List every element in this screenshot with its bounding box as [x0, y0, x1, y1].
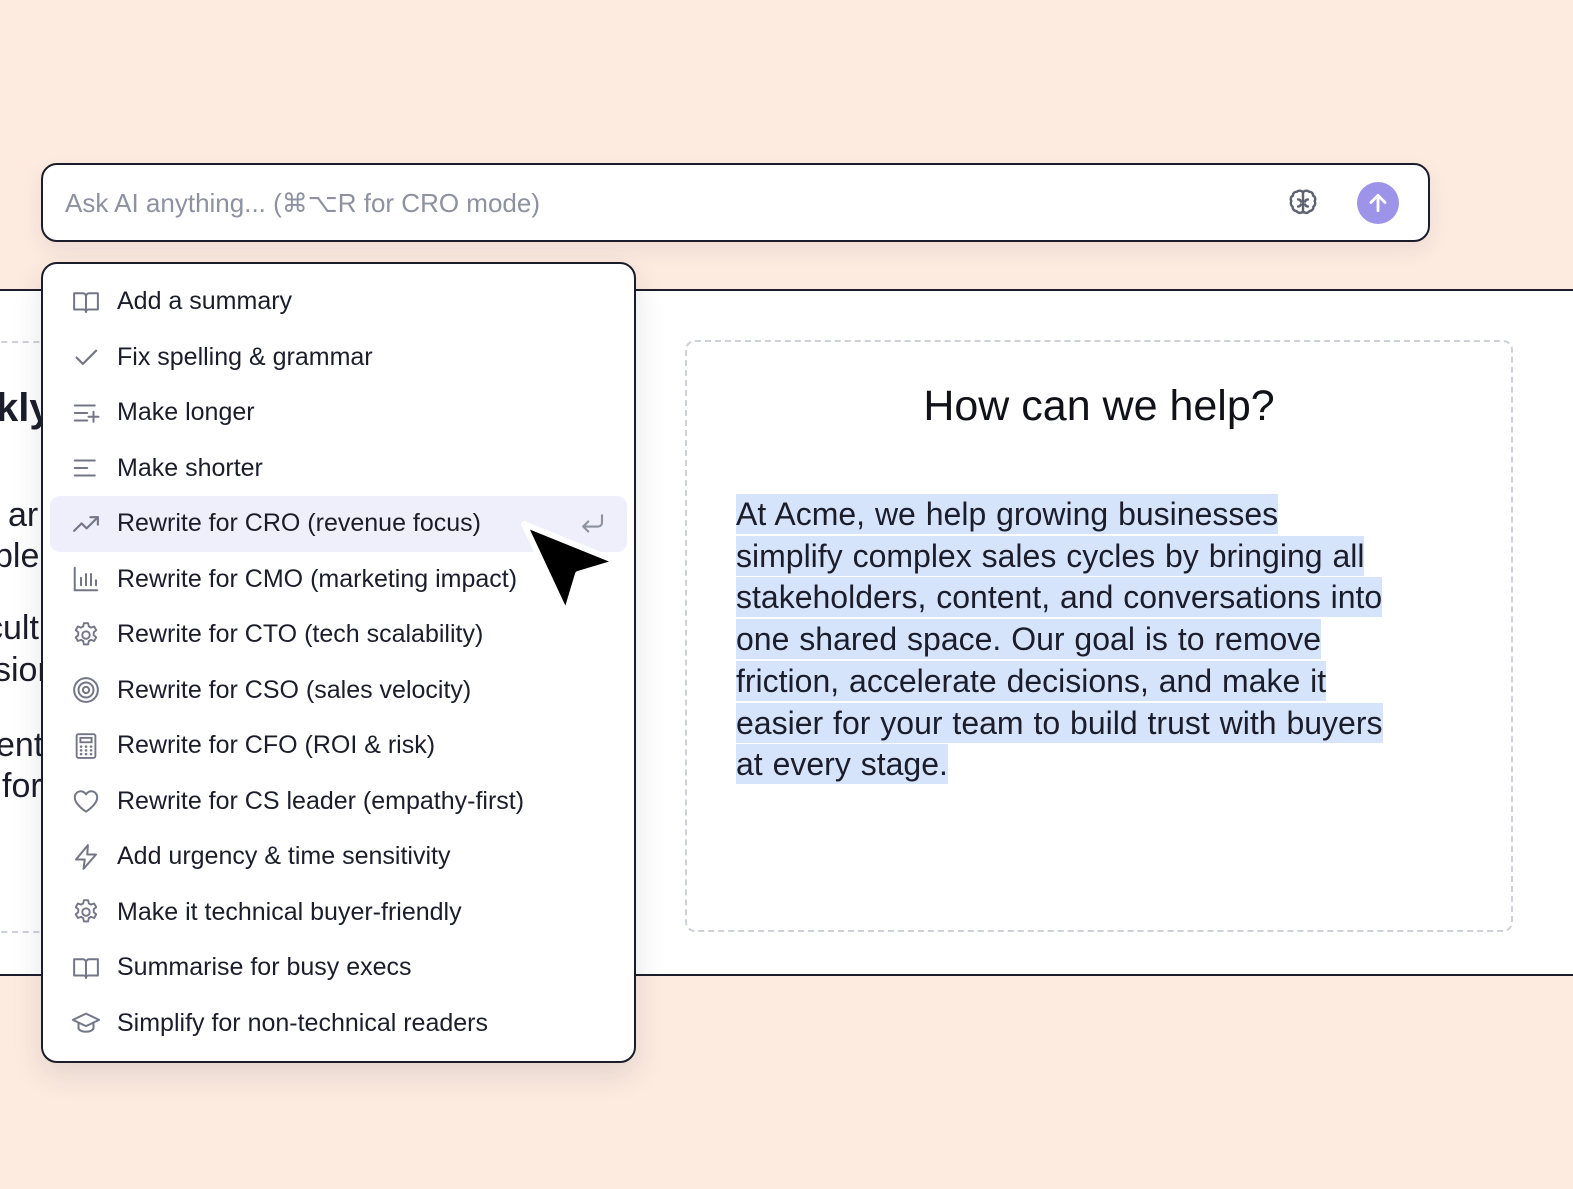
- menu-item-label: Add a summary: [117, 287, 293, 316]
- menu-item-rewrite-cfo[interactable]: Rewrite for CFO (ROI & risk): [50, 718, 627, 774]
- menu-item-label: Rewrite for CTO (tech scalability): [117, 620, 484, 649]
- menu-item-label: Rewrite for CMO (marketing impact): [117, 564, 518, 593]
- graduation-cap-icon: [70, 1007, 102, 1039]
- left-text-fragment: ar: [8, 496, 39, 534]
- menu-item-label: Rewrite for CSO (sales velocity): [117, 675, 472, 704]
- ai-prompt-input[interactable]: [65, 183, 1245, 223]
- lines-short-icon: [70, 452, 102, 484]
- card-body-text[interactable]: At Acme, we help growing businesses simp…: [736, 494, 1481, 786]
- menu-item-add-urgency[interactable]: Add urgency & time sensitivity: [50, 829, 627, 885]
- arrow-up-icon: [1369, 194, 1387, 212]
- left-text-fragment: for: [2, 767, 42, 805]
- highlighted-line: At Acme, we help growing businesses: [736, 494, 1279, 534]
- menu-item-rewrite-cs-leader[interactable]: Rewrite for CS leader (empathy-first): [50, 774, 627, 830]
- menu-item-label: Rewrite for CFO (ROI & risk): [117, 731, 436, 760]
- ai-actions-menu: Add a summary Fix spelling & grammar Mak…: [41, 262, 636, 1063]
- menu-item-technical-buyer[interactable]: Make it technical buyer-friendly: [50, 885, 627, 941]
- menu-item-label: Make longer: [117, 398, 255, 427]
- highlighted-line: one shared space. Our goal is to remove: [736, 619, 1322, 660]
- book-open-icon: [70, 286, 102, 318]
- menu-item-label: Make it technical buyer-friendly: [117, 897, 462, 926]
- menu-item-rewrite-cmo[interactable]: Rewrite for CMO (marketing impact): [50, 552, 627, 608]
- ai-prompt-bar: [41, 163, 1430, 242]
- enter-key-icon: [582, 514, 604, 533]
- menu-item-make-longer[interactable]: Make longer: [50, 385, 627, 441]
- menu-item-make-shorter[interactable]: Make shorter: [50, 441, 627, 497]
- book-open-icon: [70, 952, 102, 984]
- menu-item-summarise-execs[interactable]: Summarise for busy execs: [50, 940, 627, 996]
- check-icon: [70, 341, 102, 373]
- menu-item-simplify[interactable]: Simplify for non-technical readers: [50, 996, 627, 1052]
- trending-up-icon: [70, 508, 102, 540]
- highlighted-line: stakeholders, content, and conversations…: [736, 577, 1383, 618]
- lightning-icon: [70, 841, 102, 873]
- left-text-fragment: ple: [0, 537, 40, 575]
- menu-item-rewrite-cro[interactable]: Rewrite for CRO (revenue focus): [50, 496, 627, 552]
- menu-item-label: Simplify for non-technical readers: [117, 1008, 488, 1037]
- menu-item-label: Rewrite for CRO (revenue focus): [117, 509, 482, 538]
- target-icon: [70, 674, 102, 706]
- menu-item-label: Summarise for busy execs: [117, 953, 412, 982]
- highlighted-line: simplify complex sales cycles by bringin…: [736, 535, 1365, 576]
- menu-item-rewrite-cto[interactable]: Rewrite for CTO (tech scalability): [50, 607, 627, 663]
- lines-plus-icon: [70, 397, 102, 429]
- menu-item-label: Rewrite for CS leader (empathy-first): [117, 786, 525, 815]
- left-text-fragment: ent: [0, 726, 44, 764]
- menu-item-label: Add urgency & time sensitivity: [117, 842, 451, 871]
- menu-item-label: Make shorter: [117, 453, 263, 482]
- menu-item-rewrite-cso[interactable]: Rewrite for CSO (sales velocity): [50, 663, 627, 719]
- left-text-fragment: cult: [0, 609, 39, 647]
- brain-icon[interactable]: [1283, 183, 1323, 223]
- card-title: How can we help?: [923, 382, 1275, 430]
- bar-chart-icon: [70, 563, 102, 595]
- gear-icon: [70, 896, 102, 928]
- content-card: How can we help? At Acme, we help growin…: [685, 340, 1513, 932]
- calculator-icon: [70, 730, 102, 762]
- highlighted-line: at every stage.: [736, 744, 948, 785]
- menu-item-fix-spelling[interactable]: Fix spelling & grammar: [50, 330, 627, 386]
- gear-icon: [70, 619, 102, 651]
- highlighted-line: friction, accelerate decisions, and make…: [736, 660, 1327, 701]
- highlighted-line: easier for your team to build trust with…: [736, 702, 1383, 743]
- heart-icon: [70, 785, 102, 817]
- menu-item-label: Fix spelling & grammar: [117, 342, 373, 371]
- menu-item-add-summary[interactable]: Add a summary: [50, 274, 627, 330]
- send-button[interactable]: [1357, 182, 1399, 224]
